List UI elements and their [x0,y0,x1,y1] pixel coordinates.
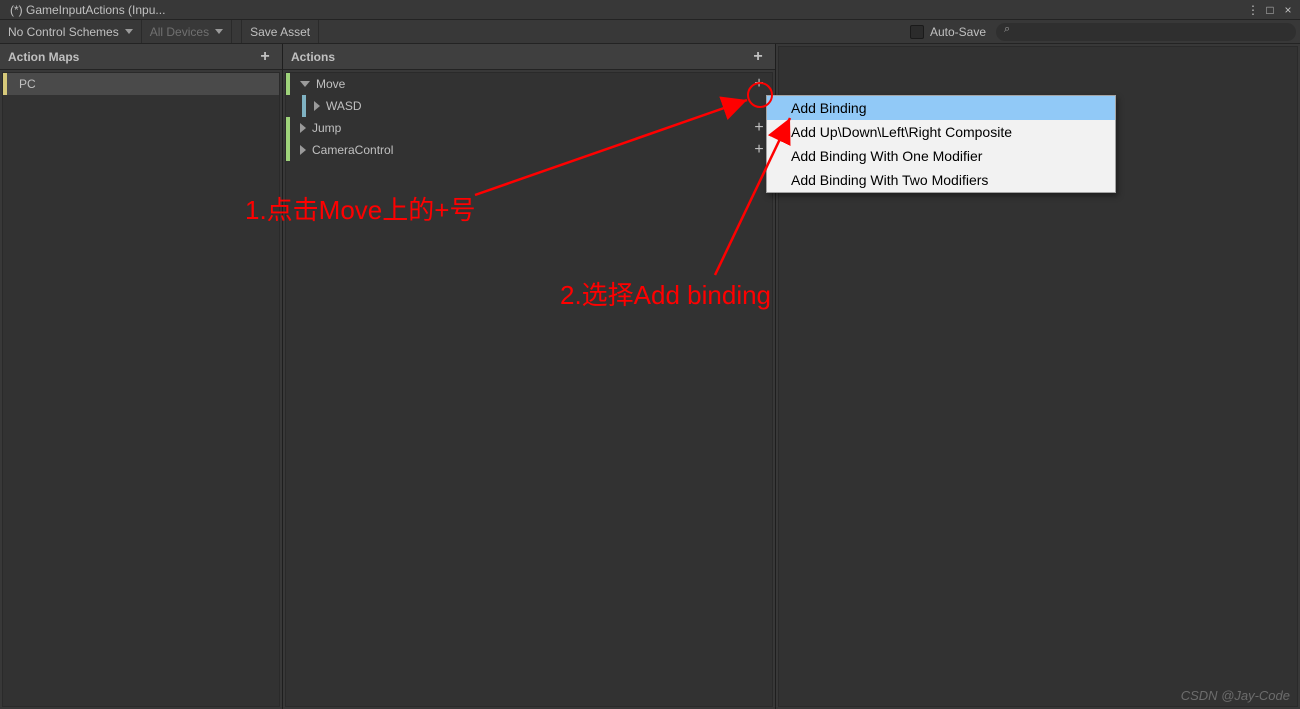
ctx-add-composite[interactable]: Add Up\Down\Left\Right Composite [767,120,1115,144]
maximize-icon[interactable]: □ [1262,2,1278,18]
action-item-jump[interactable]: Jump + [286,117,772,139]
window-tab[interactable]: (*) GameInputActions (Inpu... [4,1,171,19]
action-label: CameraControl [312,143,393,157]
context-menu: Add Binding Add Up\Down\Left\Right Compo… [766,95,1116,193]
ctx-add-binding-two-mods[interactable]: Add Binding With Two Modifiers [767,168,1115,192]
chevron-down-icon[interactable] [300,81,310,87]
actions-header: Actions + [283,44,775,70]
action-item-move[interactable]: Move + [286,73,772,95]
action-maps-header: Action Maps + [0,44,282,70]
devices-dropdown[interactable]: All Devices [142,20,232,43]
action-label: Jump [312,121,341,135]
ctx-add-binding-one-mod[interactable]: Add Binding With One Modifier [767,144,1115,168]
toolbar: No Control Schemes All Devices Save Asse… [0,20,1300,44]
actions-title: Actions [291,50,335,64]
title-bar: (*) GameInputActions (Inpu... ⋮ □ × [0,0,1300,20]
annotation-step1: 1.点击Move上的+号 [245,190,475,227]
control-schemes-dropdown[interactable]: No Control Schemes [0,20,142,43]
watermark: CSDN @Jay-Code [1181,688,1290,703]
action-maps-title: Action Maps [8,50,79,64]
checkbox-icon[interactable] [910,25,924,39]
action-item-cameracontrol[interactable]: CameraControl + [286,139,772,161]
ctx-add-binding[interactable]: Add Binding [767,96,1115,120]
action-map-label: PC [19,77,36,91]
chevron-right-icon[interactable] [314,101,320,111]
auto-save-toggle[interactable]: Auto-Save [900,20,996,43]
save-asset-button[interactable]: Save Asset [242,20,319,43]
search-input[interactable] [996,23,1296,41]
chevron-right-icon[interactable] [300,123,306,133]
chevron-right-icon[interactable] [300,145,306,155]
action-map-item[interactable]: PC [3,73,279,95]
search-wrap: ⌕ [996,20,1300,43]
action-label: Move [316,77,345,91]
add-action-button[interactable]: + [749,48,767,66]
annotation-step2: 2.选择Add binding [560,275,771,312]
binding-item-wasd[interactable]: WASD [286,95,772,117]
actions-body: Move + WASD Jump + [285,72,773,707]
actions-column: Actions + Move + WASD [283,44,776,709]
action-maps-column: Action Maps + PC [0,44,283,709]
action-maps-body: PC [2,72,280,707]
annotation-circle [747,82,773,108]
binding-label: WASD [326,99,362,113]
add-action-map-button[interactable]: + [256,48,274,66]
close-icon[interactable]: × [1280,2,1296,18]
auto-save-label: Auto-Save [930,25,986,39]
kebab-icon[interactable]: ⋮ [1244,2,1260,18]
